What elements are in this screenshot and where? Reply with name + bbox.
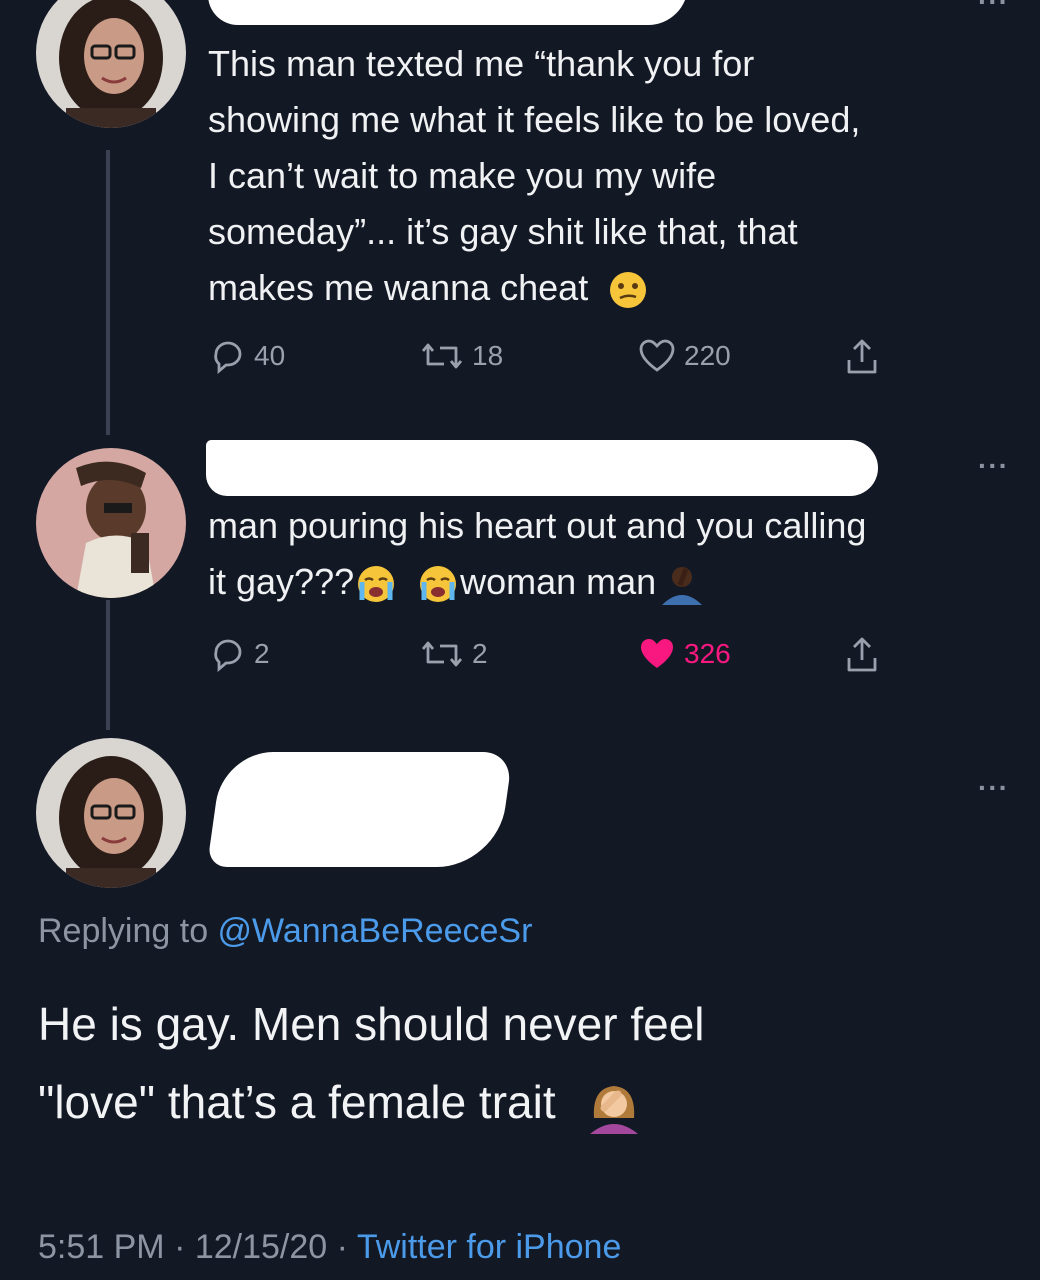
share-icon [847,637,877,672]
thread-connector [106,150,110,435]
reply-button[interactable]: 40 [210,338,285,374]
share-button[interactable] [844,636,880,676]
tweet-source-link[interactable]: Twitter for iPhone [357,1228,622,1266]
reply-handle-link[interactable]: @WannaBeReeceSr [218,912,533,950]
tweet-actions: 2 2 326 [208,636,908,676]
crying-face-icon [358,566,395,603]
retweet-icon [421,343,463,369]
tweet-date[interactable]: 12/15/20 [195,1228,327,1266]
like-button[interactable]: 326 [638,636,731,672]
tweet-metadata: 5:51 PM · 12/15/20 · Twitter for iPhone [38,1228,622,1266]
like-button[interactable]: 220 [638,338,731,374]
more-options-icon[interactable]: ··· [978,0,1009,16]
retweet-icon [421,641,463,667]
redacted-name [208,0,688,25]
tweet-text: man pouring his heart out and you callin… [208,498,866,610]
redacted-name [206,440,878,496]
heart-icon [639,339,675,372]
tweet-actions: 40 18 220 [208,338,908,378]
more-options-icon[interactable]: ··· [978,774,1009,802]
replying-to: Replying to @WannaBeReeceSr [38,912,533,950]
tweet-time[interactable]: 5:51 PM [38,1228,165,1266]
retweet-button[interactable]: 18 [420,338,503,374]
thread-connector [106,600,110,730]
reply-icon [214,341,242,374]
confused-face-icon [610,272,647,309]
avatar[interactable] [36,738,186,888]
man-facepalming-icon [662,567,703,606]
share-icon [847,339,877,374]
heart-filled-icon [641,639,673,668]
more-options-icon[interactable]: ··· [978,452,1009,480]
share-button[interactable] [844,338,880,378]
main-tweet-text: He is gay. Men should never feel "love" … [38,985,1018,1141]
tweet-thread: ··· This man texted me “thank you for sh… [0,0,1040,1280]
retweet-button[interactable]: 2 [420,636,488,672]
tweet-text: This man texted me “thank you for showin… [208,36,860,316]
woman-facepalming-icon [590,1085,639,1134]
redacted-name [206,752,514,867]
reply-icon [214,639,242,672]
reply-button[interactable]: 2 [210,636,270,672]
avatar[interactable] [36,0,186,128]
crying-face-icon [420,566,457,603]
avatar[interactable] [36,448,186,598]
